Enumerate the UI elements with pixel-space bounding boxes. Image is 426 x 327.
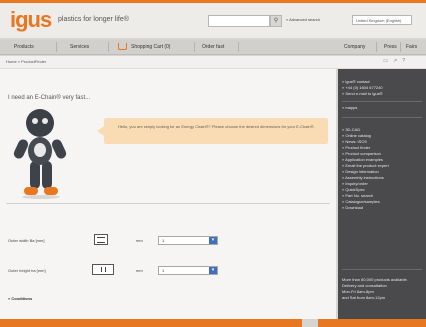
- nav-divider: [400, 42, 401, 52]
- mascot-robot-image: [12, 109, 74, 201]
- chevron-down-icon[interactable]: ▾: [209, 237, 217, 244]
- nav-fairs[interactable]: Fairs: [406, 40, 417, 54]
- nav-order-fast[interactable]: Order fast: [202, 40, 224, 54]
- nav-divider: [108, 42, 109, 52]
- sidebar-link-email[interactable]: » Send e-mail to igus®: [342, 91, 383, 97]
- robot-arm-right: [50, 137, 68, 161]
- country-select[interactable]: United Kingdom (English): [352, 15, 412, 25]
- nav-shopping-cart[interactable]: Shopping Cart (0): [131, 40, 170, 54]
- robot-belly: [34, 143, 46, 157]
- outer-width-unit: mm: [136, 238, 143, 243]
- main-nav: Products Services Shopping Cart (0) Orde…: [0, 40, 426, 55]
- outer-height-value: 1: [162, 268, 165, 273]
- robot-eye-right: [42, 118, 48, 124]
- nav-press[interactable]: Press: [384, 40, 397, 54]
- nav-divider: [194, 42, 195, 52]
- sidebar-divider: [342, 269, 422, 270]
- share-icon[interactable]: ↗: [393, 58, 402, 64]
- advanced-search-link[interactable]: » Advanced search: [286, 17, 320, 22]
- outer-height-select[interactable]: 1 ▾: [158, 266, 218, 275]
- sidebar-divider: [342, 117, 422, 118]
- robot-leg-left: [30, 161, 40, 189]
- robot-leg-right: [42, 161, 52, 189]
- catalogue-group: » mapps: [342, 105, 357, 111]
- robot-shadow: [22, 195, 60, 199]
- contact-group: » igus® contact » +44 (0) 1604 677240 » …: [342, 79, 383, 97]
- nav-divider: [376, 42, 377, 52]
- outer-width-row: Outer width Ba [mm] mm 1 ▾: [6, 233, 330, 249]
- sidebar-link-mapps[interactable]: » mapps: [342, 105, 357, 111]
- outer-height-row: Outer height ha [mm] mm 1 ▾: [6, 263, 330, 279]
- section-divider: [6, 203, 330, 204]
- nav-company[interactable]: Company: [344, 40, 365, 54]
- nav-products[interactable]: Products: [14, 40, 34, 54]
- slogan: plastics for longer life®: [58, 16, 129, 23]
- height-dimension-icon: [92, 264, 114, 275]
- footer-orange-bar: [0, 319, 302, 327]
- breadcrumb-bar: Home » ProductFinder ▭↗?: [0, 56, 426, 69]
- page-intro: I need an E-Chain® very fast...: [8, 95, 91, 101]
- outer-width-value: 1: [162, 238, 165, 243]
- sidebar-link[interactable]: » Download: [342, 205, 389, 211]
- conditions-link[interactable]: » Conditions: [8, 296, 32, 301]
- right-sidebar: » igus® contact » +44 (0) 1604 677240 » …: [338, 69, 426, 319]
- sidebar-divider: [342, 101, 422, 102]
- outer-height-label: Outer height ha [mm]: [8, 268, 46, 273]
- igus-logo[interactable]: igus: [10, 7, 52, 33]
- robot-eye-left: [32, 118, 38, 124]
- tools-link-group: » 3D-CAD » Online catalog » News: ISO9 »…: [342, 127, 389, 211]
- cart-icon[interactable]: [118, 43, 127, 50]
- nav-divider: [238, 42, 239, 52]
- chevron-down-icon[interactable]: ▾: [209, 267, 217, 274]
- outer-width-label: Outer width Ba [mm]: [8, 238, 45, 243]
- outer-height-unit: mm: [136, 268, 143, 273]
- search-button[interactable]: ⚲: [270, 15, 282, 27]
- speech-bubble-text: Hello, you are simply looking for an Ene…: [118, 124, 315, 129]
- promo-group: More than 80,000 products available. Del…: [342, 277, 408, 301]
- robot-head: [26, 109, 54, 137]
- site-header: igus plastics for longer life® ⚲ » Advan…: [0, 0, 426, 38]
- promo-text: and Sat from 8am-12pm: [342, 295, 386, 300]
- product-finder-main: I need an E-Chain® very fast... Hello, y…: [0, 69, 336, 319]
- page-tools: ▭↗?: [383, 58, 410, 64]
- outer-width-select[interactable]: 1 ▾: [158, 236, 218, 245]
- breadcrumb[interactable]: Home » ProductFinder: [6, 59, 46, 64]
- width-dimension-icon: [94, 234, 108, 245]
- nav-divider: [56, 42, 57, 52]
- robot-foot-left: [24, 187, 38, 195]
- footer-orange-bar: [318, 319, 426, 327]
- robot-foot-right: [44, 187, 58, 195]
- print-icon[interactable]: ▭: [383, 58, 393, 64]
- nav-services[interactable]: Services: [70, 40, 89, 54]
- speech-bubble: Hello, you are simply looking for an Ene…: [97, 118, 328, 144]
- search-input[interactable]: [208, 15, 270, 27]
- help-icon[interactable]: ?: [402, 58, 410, 64]
